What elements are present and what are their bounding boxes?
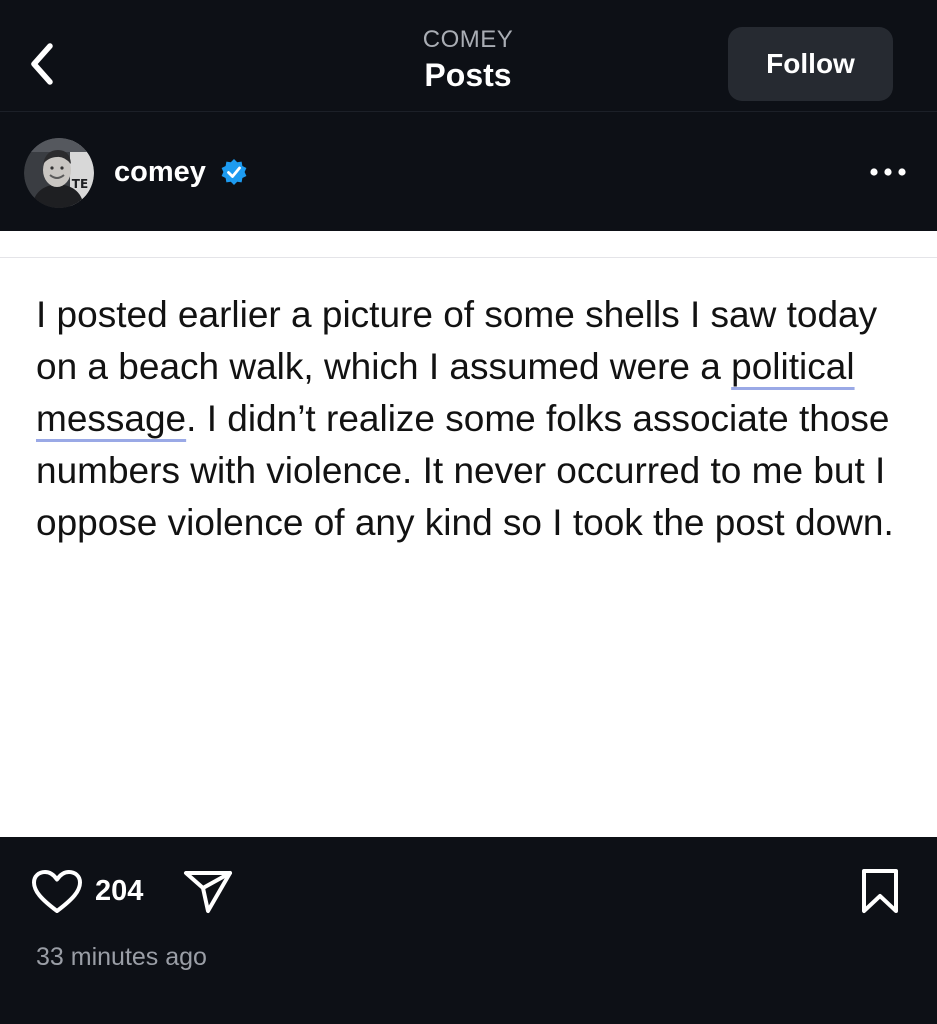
like-button[interactable] [30,867,84,917]
top-navigation-bar: COMEY Posts Follow [0,0,937,112]
post-text-underlined-message[interactable]: message [36,398,186,439]
send-icon [184,871,232,913]
verified-badge-icon [221,159,247,185]
bookmark-icon [862,869,898,913]
chevron-left-icon [31,43,53,85]
like-count[interactable]: 204 [95,873,143,909]
post-action-bar: 204 33 minutes ago [0,837,937,1024]
page-title-block: COMEY Posts [318,24,618,94]
avatar-image: TE [24,138,94,208]
divider [0,257,937,258]
back-button[interactable] [18,38,66,90]
avatar-overlay-text: TE [72,177,88,191]
post-content-area: I posted earlier a picture of some shell… [0,231,937,837]
follow-button[interactable]: Follow [728,27,893,101]
account-label: COMEY [422,26,514,53]
post-text-underlined-political[interactable]: political [731,346,854,387]
author-username[interactable]: comey [114,154,206,190]
more-options-button[interactable] [862,152,914,192]
post-author-row: TE comey [0,112,937,231]
share-button[interactable] [180,865,236,917]
post-body-text: I posted earlier a picture of some shell… [36,289,906,549]
more-horizontal-icon [870,168,906,176]
avatar[interactable]: TE [24,138,94,208]
post-timestamp: 33 minutes ago [36,943,207,971]
heart-icon [32,870,82,913]
page-title: Posts [424,57,512,93]
save-button[interactable] [852,865,908,917]
